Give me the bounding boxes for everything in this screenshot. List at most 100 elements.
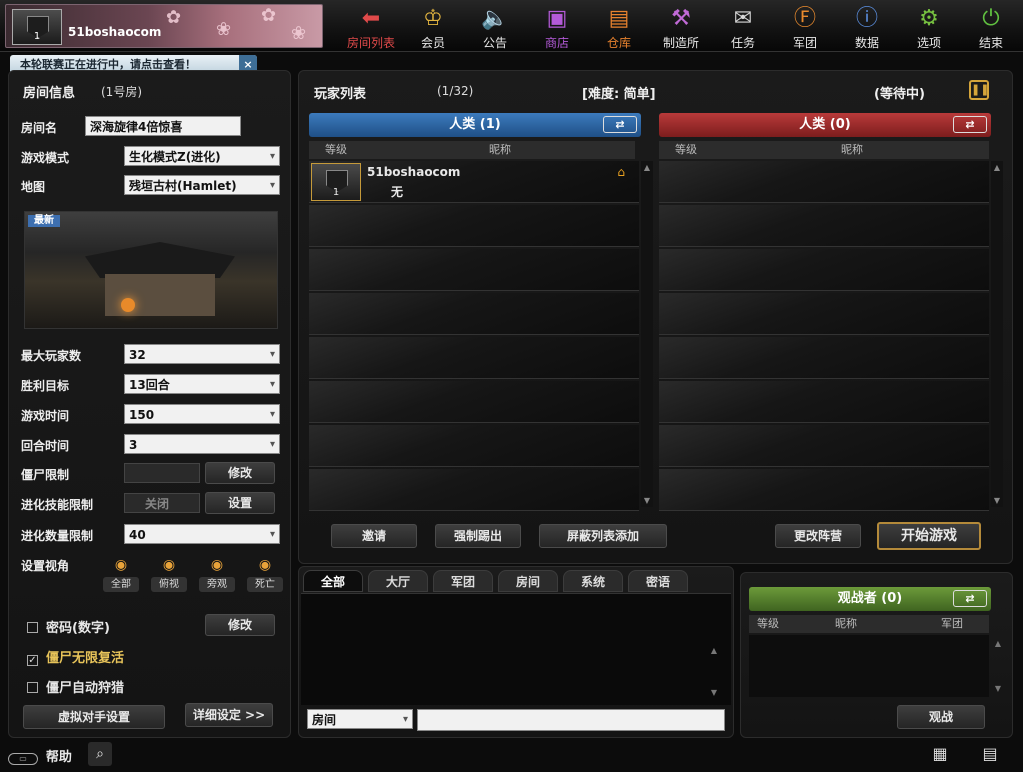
player-slot[interactable]: 1 51boshaocom 无 ⌂ [309, 161, 639, 203]
player-slot[interactable] [309, 381, 639, 423]
nav-label: 制造所 [662, 36, 699, 50]
game-mode-select[interactable]: 生化模式Z(进化) [124, 146, 280, 167]
chat-tab[interactable]: 密语 [628, 570, 688, 592]
nav-label: 选项 [916, 36, 941, 50]
chat-input[interactable] [417, 709, 725, 731]
nav-clan[interactable]: Ⓕ 军团 [774, 0, 836, 52]
player-slot[interactable] [659, 469, 989, 511]
block-list-add-button[interactable]: 屏蔽列表添加 [539, 524, 667, 548]
col-nickname: 昵称 [489, 143, 511, 156]
change-team-button[interactable]: 更改阵营 [775, 524, 861, 548]
player-slot[interactable] [309, 337, 639, 379]
view-option[interactable]: ◉ 旁观 [199, 557, 235, 592]
chat-tab[interactable]: 大厅 [368, 570, 428, 592]
player-slot[interactable] [659, 381, 989, 423]
detail-settings-button[interactable]: 详细设定 >> [185, 703, 273, 727]
evo-skill-settings-button[interactable]: 设置 [205, 492, 275, 514]
bottom-bar: ▭ 帮助 ⌕ ▦ ▤ [0, 740, 1023, 772]
chat-scroll-up-icon[interactable]: ▲ [711, 646, 717, 655]
nav-room-list[interactable]: ⬅ 房间列表 [340, 0, 402, 52]
bot-settings-button[interactable]: 虚拟对手设置 [23, 705, 165, 729]
nav-vip[interactable]: ♔ 会员 [402, 0, 464, 52]
max-players-select[interactable]: 32 [124, 344, 280, 365]
player-slot[interactable] [309, 249, 639, 291]
team-left-scrollbar[interactable]: ▲ ▼ [641, 161, 653, 507]
search-icon[interactable]: ⌕ [88, 742, 112, 766]
round-time-select[interactable]: 3 [124, 434, 280, 455]
player-card[interactable]: ✿ ❀ ✿ ❀ 1 51boshaocom [5, 4, 323, 48]
pause-icon[interactable]: ❚❚ [969, 80, 989, 100]
view-option-label: 死亡 [247, 577, 283, 592]
nav-options[interactable]: ⚙ 选项 [898, 0, 960, 52]
player-slot[interactable] [309, 425, 639, 467]
game-time-select[interactable]: 150 [124, 404, 280, 425]
view-option[interactable]: ◉ 死亡 [247, 557, 283, 592]
room-name-input[interactable]: 深海旋律4倍惊喜 [85, 116, 241, 136]
nav-stats[interactable]: ⓘ 数据 [836, 0, 898, 52]
nav-crafting[interactable]: ⚒ 制造所 [650, 0, 712, 52]
kick-button[interactable]: 强制踢出 [435, 524, 521, 548]
chat-scroll-down-icon[interactable]: ▼ [711, 688, 717, 697]
chat-tab[interactable]: 军团 [433, 570, 493, 592]
nav-shop[interactable]: ▣ 商店 [526, 0, 588, 52]
player-slot[interactable] [659, 425, 989, 467]
start-game-button[interactable]: 开始游戏 [877, 522, 981, 550]
chat-tab[interactable]: 系统 [563, 570, 623, 592]
zombie-limit-label: 僵尸限制 [21, 468, 70, 482]
swap-team-icon[interactable]: ⇄ [953, 116, 987, 133]
zombie-revive-label: 僵尸无限复活 [46, 651, 125, 666]
nav-missions[interactable]: ✉ 任务 [712, 0, 774, 52]
password-edit-button[interactable]: 修改 [205, 614, 275, 636]
chat-channel-select[interactable]: 房间 [307, 709, 413, 730]
evo-count-select[interactable]: 40 [124, 524, 280, 545]
password-checkbox[interactable]: 密码(数字) [27, 617, 110, 636]
spectator-list: ▲ ▼ [749, 635, 1001, 697]
zombie-hunt-checkbox[interactable]: 僵尸自动狩猎 [27, 677, 124, 696]
swap-team-icon[interactable]: ⇄ [953, 590, 987, 607]
zombie-revive-checkbox[interactable]: ✓ 僵尸无限复活 [27, 647, 124, 666]
new-badge: 最新 [28, 215, 60, 227]
arrow-left-icon: ⬅ [361, 6, 381, 31]
room-info-panel: 房间信息 (1号房) 房间名 深海旋律4倍惊喜 游戏模式 生化模式Z(进化) 地… [8, 70, 291, 738]
film-icon[interactable]: ▤ [976, 742, 1004, 766]
team-right-header[interactable]: 人类 (0) ⇄ [659, 113, 991, 137]
spectator-scroll-up-icon[interactable]: ▲ [995, 639, 1001, 648]
spectate-button[interactable]: 观战 [897, 705, 985, 729]
spectator-scroll-down-icon[interactable]: ▼ [995, 684, 1001, 693]
nav-label: 公告 [482, 36, 507, 50]
info-icon: ⓘ [855, 6, 878, 31]
player-count: (1/32) [437, 84, 474, 98]
view-option[interactable]: ◉ 全部 [103, 557, 139, 592]
win-target-select[interactable]: 13回合 [124, 374, 280, 395]
map-preview[interactable]: 最新 [24, 211, 278, 329]
spectator-header[interactable]: 观战者 (0) ⇄ [749, 587, 991, 611]
main-nav: ⬅ 房间列表 ♔ 会员 🔈 公告 ▣ 商店 ▤ 仓库 ⚒ 制造所 ✉ 任务 Ⓕ 军团 ⓘ 数据 ⚙ 选项 ⏻ 结束 [340, 0, 1022, 52]
evo-skill-value: 关闭 [145, 497, 170, 511]
player-slot[interactable] [659, 249, 989, 291]
invite-button[interactable]: 邀请 [331, 524, 417, 548]
view-option[interactable]: ◉ 俯视 [151, 557, 187, 592]
player-level: 1 [33, 31, 41, 42]
chat-tab[interactable]: 全部 [303, 570, 363, 592]
player-slot[interactable] [659, 293, 989, 335]
zombie-limit-edit-button[interactable]: 修改 [205, 462, 275, 484]
player-slot[interactable] [309, 205, 639, 247]
swap-team-icon[interactable]: ⇄ [603, 116, 637, 133]
player-slot[interactable] [309, 469, 639, 511]
help-button[interactable]: ▭ 帮助 [8, 746, 72, 765]
team-right-scrollbar[interactable]: ▲ ▼ [991, 161, 1003, 507]
view-setting-label: 设置视角 [21, 559, 70, 573]
chat-tab[interactable]: 房间 [498, 570, 558, 592]
team-left-header[interactable]: 人类 (1) ⇄ [309, 113, 641, 137]
player-slot[interactable] [659, 205, 989, 247]
map-select[interactable]: 残垣古村(Hamlet) [124, 175, 280, 196]
nav-label: 军团 [792, 36, 817, 50]
nav-quit[interactable]: ⏻ 结束 [960, 0, 1022, 52]
player-slot[interactable] [659, 337, 989, 379]
crown-icon: ♔ [423, 6, 443, 31]
player-slot[interactable] [659, 161, 989, 203]
player-slot[interactable] [309, 293, 639, 335]
calendar-icon[interactable]: ▦ [928, 742, 952, 766]
nav-notice[interactable]: 🔈 公告 [464, 0, 526, 52]
nav-storage[interactable]: ▤ 仓库 [588, 0, 650, 52]
